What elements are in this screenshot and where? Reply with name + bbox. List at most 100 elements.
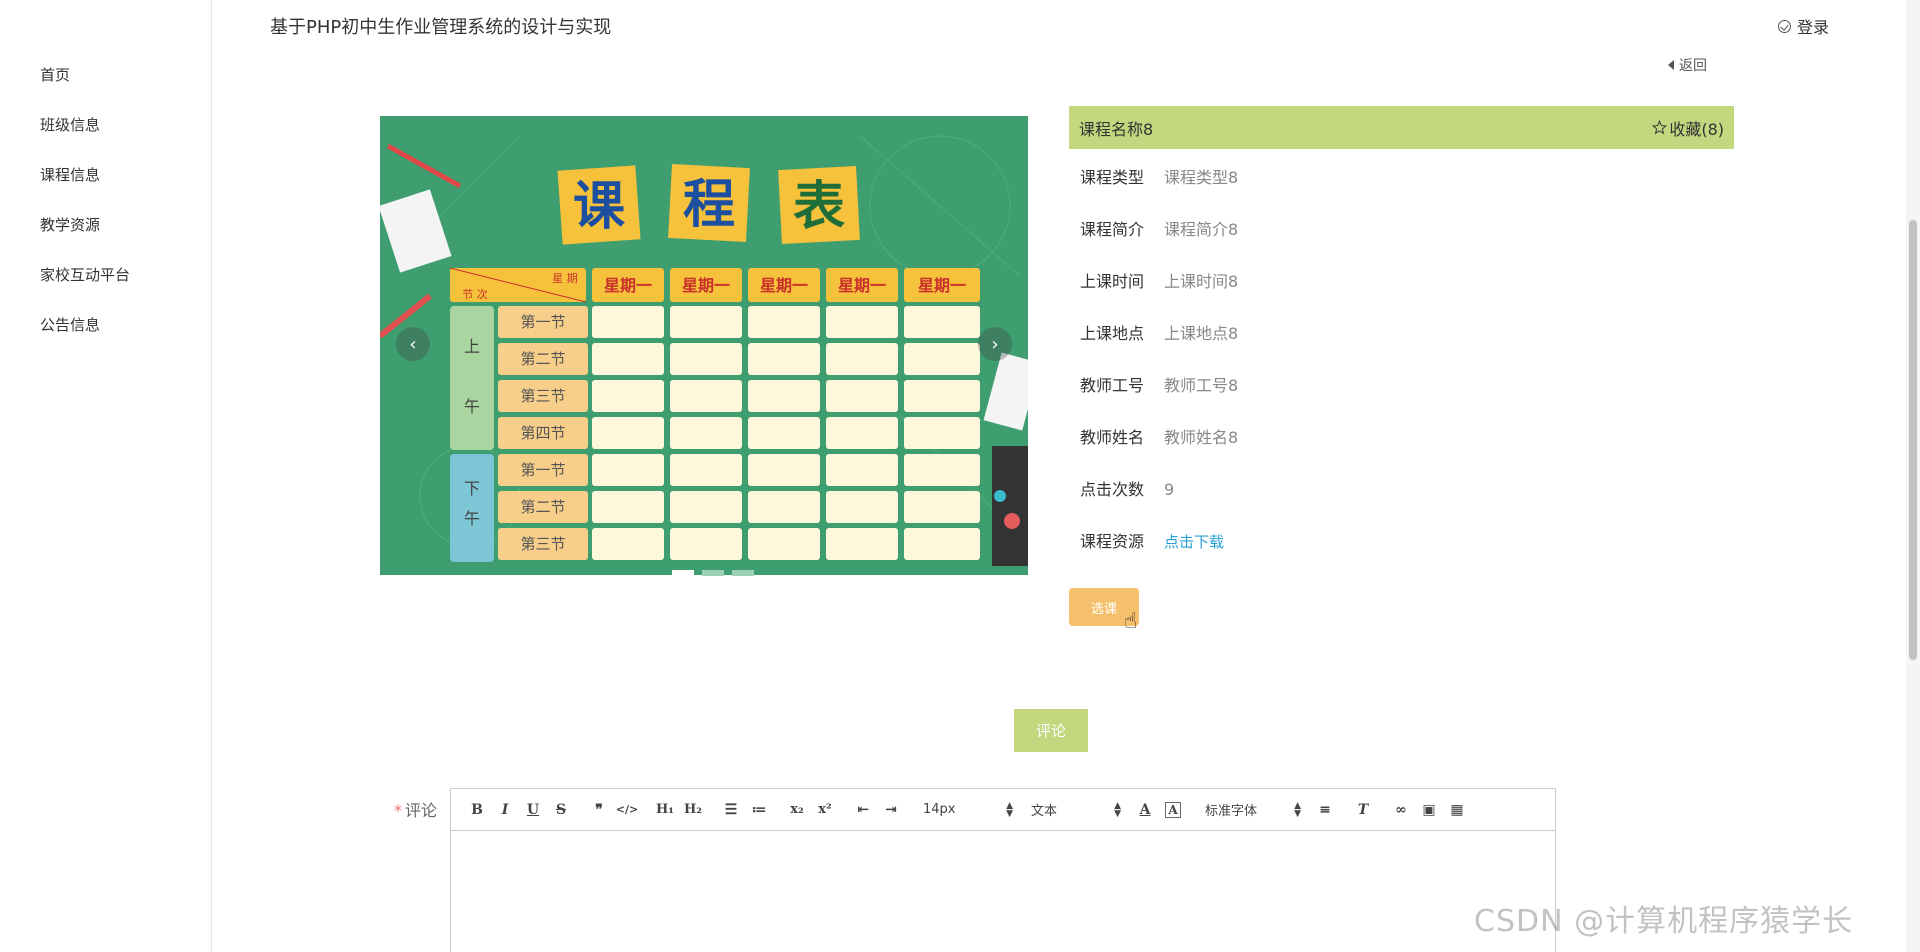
carousel-prev-button[interactable]: ‹ <box>396 327 430 361</box>
outdent-icon[interactable]: ⇤ <box>849 802 877 818</box>
background-color-icon[interactable]: A <box>1165 801 1181 818</box>
morning-label-bottom: 午 <box>464 397 480 416</box>
period-pm-1: 第一节 <box>520 461 565 479</box>
download-link[interactable]: 点击下载 <box>1164 533 1224 551</box>
comment-label-text: 评论 <box>405 801 438 820</box>
day-header-3: 星期一 <box>760 276 808 295</box>
header-select[interactable]: 文本 ▲ ▼ <box>1031 800 1121 819</box>
field-teacher-name: 教师姓名 教师姓名8 <box>1080 424 1238 448</box>
ordered-list-icon[interactable]: ☰ <box>717 802 745 818</box>
indent-icon[interactable]: ⇥ <box>877 802 905 818</box>
underline-icon[interactable]: U <box>519 802 547 818</box>
caret-left-icon <box>1668 60 1674 70</box>
strikethrough-icon[interactable]: S <box>547 802 575 818</box>
bold-icon[interactable]: B <box>463 802 491 818</box>
carousel-next-button[interactable]: › <box>978 327 1012 361</box>
field-label: 课程类型 <box>1080 168 1145 187</box>
field-value: 课程类型8 <box>1164 168 1239 187</box>
carousel-dot-2[interactable] <box>702 570 724 576</box>
video-icon[interactable]: ▦ <box>1443 802 1471 818</box>
hand-pointer-icon: ☝ <box>1124 609 1138 634</box>
font-family-select[interactable]: 标准字体 ▲ ▼ <box>1205 800 1301 819</box>
italic-icon[interactable]: I <box>491 802 519 818</box>
bullet-list-icon[interactable]: ≔ <box>745 802 773 818</box>
carousel-dot-1[interactable] <box>672 570 694 576</box>
period-pm-2: 第二节 <box>520 498 565 516</box>
carousel-dot-3[interactable] <box>732 570 754 576</box>
field-click-count: 点击次数 9 <box>1080 476 1174 500</box>
favorite-button[interactable]: 收藏(8) <box>1652 116 1724 140</box>
login-label: 登录 <box>1797 18 1830 37</box>
sidebar-item-home-school-platform[interactable]: 家校互动平台 <box>40 264 130 285</box>
field-class-time: 上课时间 上课时间8 <box>1080 268 1238 292</box>
field-class-location: 上课地点 上课地点8 <box>1080 320 1238 344</box>
comment-button[interactable]: 评论 <box>1014 709 1088 752</box>
field-value: 上课地点8 <box>1164 324 1239 343</box>
field-value: 课程简介8 <box>1164 220 1239 239</box>
period-pm-3: 第三节 <box>520 535 565 553</box>
align-icon[interactable]: ≡ <box>1311 802 1339 818</box>
period-am-3: 第三节 <box>520 387 565 405</box>
page-scrollbar[interactable] <box>1906 0 1920 952</box>
code-block-icon[interactable]: </> <box>613 803 641 816</box>
subscript-icon[interactable]: x₂ <box>783 802 811 817</box>
font-family-value: 标准字体 <box>1205 804 1258 819</box>
title-char-2: 程 <box>683 175 735 235</box>
course-name: 课程名称8 <box>1079 119 1154 139</box>
field-label: 上课时间 <box>1080 272 1145 291</box>
blockquote-icon[interactable]: ❞ <box>585 802 613 818</box>
clear-format-icon[interactable]: T <box>1349 802 1377 818</box>
heading-2-icon[interactable]: H₂ <box>679 802 707 817</box>
period-am-4: 第四节 <box>520 424 565 442</box>
font-color-icon[interactable]: A <box>1131 802 1159 818</box>
heading-1-icon[interactable]: H₁ <box>651 802 679 817</box>
header-value: 文本 <box>1031 804 1058 819</box>
link-icon[interactable]: ∞ <box>1387 802 1415 818</box>
superscript-icon[interactable]: x² <box>811 802 839 817</box>
site-title: 基于PHP初中生作业管理系统的设计与实现 <box>270 17 612 38</box>
day-header-4: 星期一 <box>838 276 886 295</box>
back-link[interactable]: 返回 <box>1668 55 1707 75</box>
sidebar-item-class-info[interactable]: 班级信息 <box>40 114 100 135</box>
sidebar-item-announcements[interactable]: 公告信息 <box>40 314 100 335</box>
login-link[interactable]: 登录 <box>1778 14 1829 38</box>
sidebar-item-course-info[interactable]: 课程信息 <box>40 164 100 185</box>
afternoon-label-top: 下 <box>464 479 480 498</box>
timetable-image: 课 程 表 星 期 节 次 星期一 星期一 星期一 星期一 星期一 上 午 下 … <box>380 116 1028 575</box>
sidebar: 首页 班级信息 课程信息 教学资源 家校互动平台 公告信息 <box>0 0 212 952</box>
field-course-type: 课程类型 课程类型8 <box>1080 164 1238 188</box>
field-value: 上课时间8 <box>1164 272 1239 291</box>
field-course-resource: 课程资源 点击下载 <box>1080 528 1224 552</box>
watermark: CSDN @计算机程序猿学长 <box>1474 904 1854 939</box>
field-value: 教师工号8 <box>1164 376 1239 395</box>
scrollbar-thumb[interactable] <box>1909 220 1917 660</box>
corner-top-label: 星 期 <box>552 272 578 285</box>
period-am-1: 第一节 <box>520 313 565 331</box>
field-label: 点击次数 <box>1080 480 1145 499</box>
comment-field-label: * 评论 <box>394 797 437 821</box>
carousel-indicators <box>672 570 754 576</box>
check-circle-icon <box>1778 19 1791 33</box>
course-header: 课程名称8 收藏(8) <box>1069 106 1734 149</box>
course-image-carousel: 课 程 表 星 期 节 次 星期一 星期一 星期一 星期一 星期一 上 午 下 … <box>380 116 1028 575</box>
corner-bottom-label: 节 次 <box>462 287 488 301</box>
title-char-1: 课 <box>573 177 626 237</box>
sidebar-item-teaching-resources[interactable]: 教学资源 <box>40 214 100 235</box>
image-icon[interactable]: ▣ <box>1415 802 1443 818</box>
afternoon-label-bottom: 午 <box>464 509 480 528</box>
field-label: 上课地点 <box>1080 324 1145 343</box>
field-course-intro: 课程简介 课程简介8 <box>1080 216 1238 240</box>
day-header-1: 星期一 <box>604 276 652 295</box>
app-root: 首页 班级信息 课程信息 教学资源 家校互动平台 公告信息 基于PHP初中生作业… <box>0 0 1920 952</box>
required-mark: * <box>394 801 402 820</box>
field-label: 教师姓名 <box>1080 428 1145 447</box>
field-label: 教师工号 <box>1080 376 1145 395</box>
font-size-value: 14px <box>923 802 956 817</box>
field-teacher-id: 教师工号 教师工号8 <box>1080 372 1238 396</box>
select-arrows-icon: ▲ ▼ <box>1006 800 1013 819</box>
font-size-select[interactable]: 14px ▲ ▼ <box>923 800 1013 819</box>
timetable-cells <box>592 306 980 560</box>
sidebar-item-home[interactable]: 首页 <box>40 64 70 85</box>
field-label: 课程资源 <box>1080 532 1145 551</box>
rich-text-editor[interactable]: B I U S ❞ </> H₁ H₂ ☰ ≔ x₂ x² ⇤ ⇥ 14px ▲ ▼… <box>450 788 1556 952</box>
